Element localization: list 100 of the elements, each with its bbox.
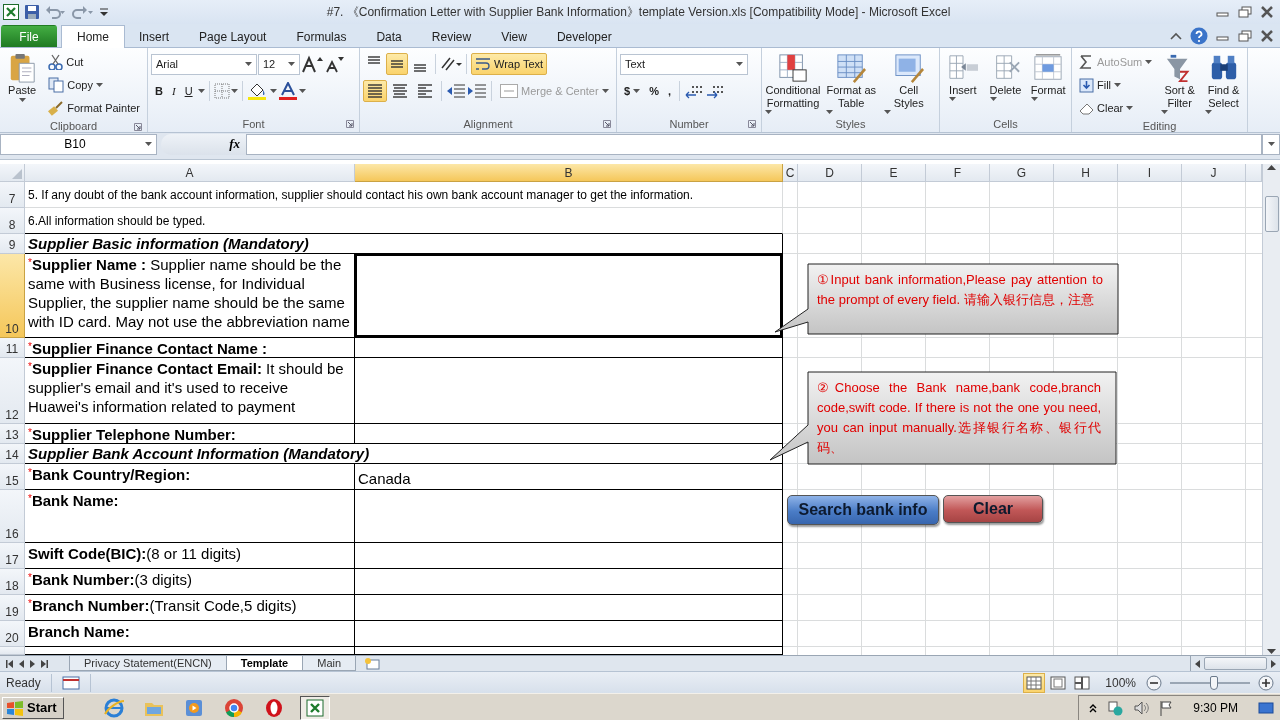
search-bank-button[interactable]: Search bank info [787,495,939,525]
sheet-tab[interactable]: Main [302,656,357,671]
format-painter-button[interactable]: Format Painter [44,97,144,119]
number-format-button[interactable]: , [663,80,675,102]
column-header[interactable]: E [862,164,926,182]
show-desktop-icon[interactable] [1258,700,1274,715]
help-icon[interactable] [1190,26,1208,45]
grow-font-icon[interactable] [301,55,323,73]
close-icon[interactable] [1260,29,1274,42]
file-tab[interactable]: File [1,25,57,47]
row-header[interactable]: 13 [0,424,25,444]
shrink-font-icon[interactable] [324,55,344,73]
format-style-button[interactable]: U [180,80,197,102]
dialog-launcher-icon[interactable] [748,120,756,128]
text-orientation-icon[interactable] [440,56,462,72]
flag-icon[interactable] [1159,699,1174,716]
view-button[interactable] [1023,672,1046,693]
row-header[interactable]: 20 [0,621,25,647]
save-icon[interactable] [24,4,40,20]
column-header[interactable]: F [926,164,990,182]
input-cell[interactable]: Canada [355,464,783,490]
column-header[interactable]: D [798,164,862,182]
start-button[interactable]: Start [2,696,64,719]
increase-indent-icon[interactable] [467,83,487,99]
zoom-out-icon[interactable] [1146,674,1162,691]
horizontal-align-button[interactable] [363,80,387,102]
paste-button[interactable]: Paste [3,51,42,119]
row-header[interactable]: 7 [0,182,25,208]
sheet-tab[interactable]: Template [225,656,304,671]
cells-button[interactable]: Format [1028,51,1068,116]
input-cell[interactable] [355,254,783,338]
clear-button[interactable]: Clear [943,495,1043,523]
previous-sheet-icon[interactable] [19,659,24,668]
editing-button[interactable]: Find & Select [1203,51,1244,119]
formula-input[interactable] [246,133,1262,155]
row-header[interactable]: 12 [0,358,25,424]
collapse-ribbon-icon[interactable] [1170,30,1182,41]
cells-button[interactable]: Insert [943,51,983,116]
input-cell[interactable] [355,358,783,424]
sheet-tab[interactable]: Privacy Statement(ENCN) [69,656,227,671]
dialog-launcher-icon[interactable] [346,120,354,128]
vertical-align-button[interactable] [386,53,408,75]
editing-button[interactable]: Sort & Filter [1159,51,1201,119]
row-header[interactable]: 16 [0,490,25,543]
column-header[interactable]: I [1118,164,1182,182]
vertical-scrollbar[interactable] [1262,164,1280,655]
close-icon[interactable] [1260,6,1274,18]
ribbon-tab[interactable]: Formulas [280,25,363,47]
restore-icon[interactable] [1238,6,1252,18]
column-header[interactable]: G [990,164,1054,182]
macro-record-icon[interactable] [61,675,80,690]
input-cell[interactable] [355,569,783,595]
decrease-indent-icon[interactable] [446,83,466,99]
format-style-button[interactable]: B [151,80,167,102]
ribbon-tab[interactable]: Page Layout [183,25,283,47]
styles-button[interactable]: Cell Styles [881,51,936,116]
dialog-launcher-icon[interactable] [134,123,142,131]
cells-button[interactable]: Delete [985,51,1026,116]
network-icon[interactable] [1107,699,1124,716]
restore-icon[interactable] [1238,29,1252,42]
clear-button[interactable]: Clear [1075,97,1157,119]
column-header[interactable]: A [25,164,355,182]
row-header[interactable]: 18 [0,569,25,595]
zoom-level[interactable]: 100% [1105,675,1136,690]
row-header[interactable]: 15 [0,464,25,490]
column-header[interactable]: B [355,164,783,182]
row-header[interactable]: 14 [0,444,25,464]
format-style-button[interactable]: I [167,80,180,102]
number-format-field[interactable]: Text [620,53,748,75]
font-name-field[interactable]: Arial [151,53,257,75]
clock[interactable]: 9:30 PM [1193,700,1238,715]
styles-button[interactable]: Conditional Formatting [765,51,821,116]
insert-function-button[interactable]: fx [229,136,240,152]
input-cell[interactable] [355,424,783,444]
cut-button[interactable]: Cut [44,51,144,73]
input-cell[interactable] [355,595,783,621]
input-cell[interactable] [355,338,783,358]
column-header[interactable]: C [783,164,798,182]
font-color-icon[interactable] [277,82,298,100]
styles-button[interactable]: Format as Table [824,51,879,116]
customize-icon[interactable] [99,5,109,19]
increase-decimal-icon[interactable] [683,83,704,99]
next-sheet-icon[interactable] [30,659,35,668]
zoom-in-icon[interactable] [1258,674,1274,691]
number-format-button[interactable]: % [645,80,663,102]
row-header[interactable]: 10 [0,254,25,338]
ribbon-tab[interactable]: View [485,25,543,47]
ribbon-tab[interactable]: Insert [123,25,186,47]
row-header[interactable]: 17 [0,543,25,569]
input-cell[interactable] [355,490,783,543]
decrease-decimal-icon[interactable] [704,83,725,99]
excel-taskbar-icon[interactable] [299,695,330,720]
font-size-field[interactable]: 12 [258,53,300,75]
first-sheet-icon[interactable] [6,659,13,668]
column-header[interactable]: J [1182,164,1246,182]
number-format-button[interactable]: $ [620,80,645,102]
fill-button[interactable]: Fill [1075,74,1157,96]
last-sheet-icon[interactable] [41,659,48,668]
ribbon-tab[interactable]: Developer [540,25,628,47]
column-header[interactable]: H [1054,164,1118,182]
